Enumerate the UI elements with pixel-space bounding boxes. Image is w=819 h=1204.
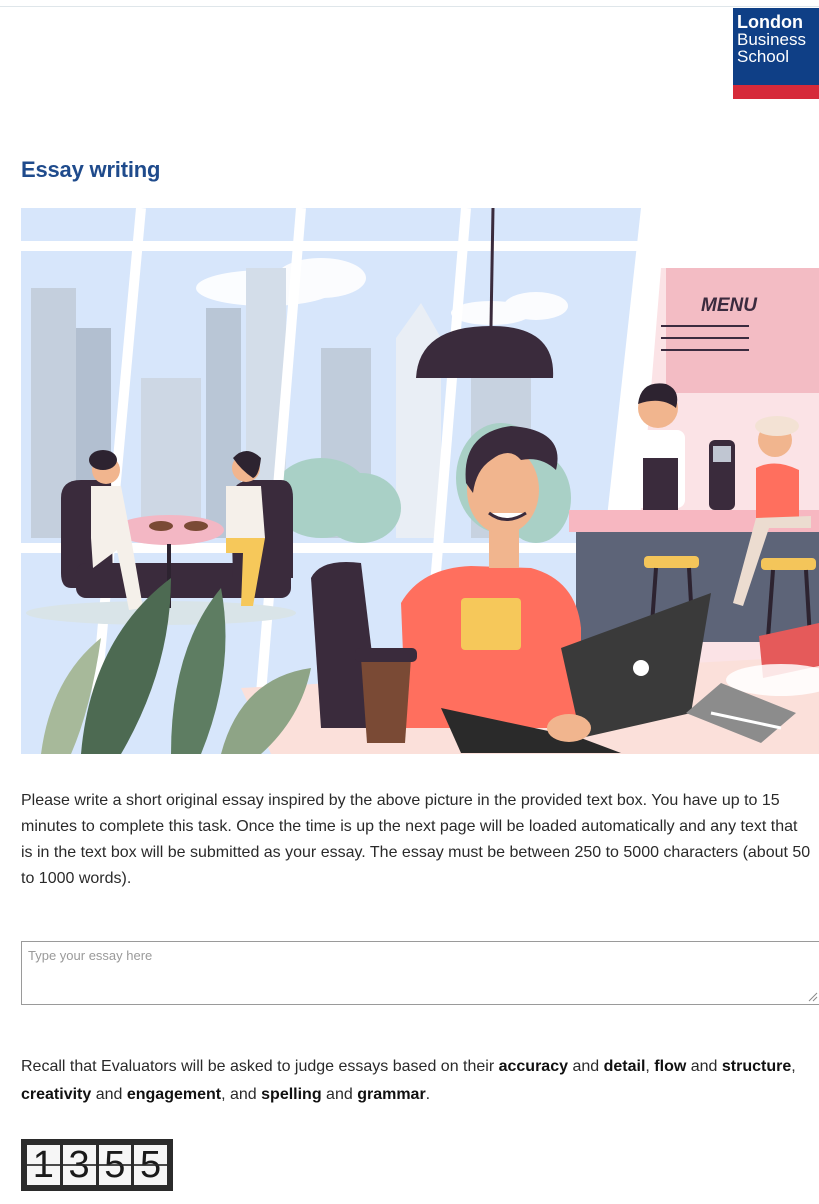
criterion-flow: flow <box>654 1058 687 1075</box>
countdown-timer: 1 3 5 5 <box>21 1139 173 1191</box>
resize-handle-icon[interactable] <box>808 992 818 1002</box>
menu-sign-text: MENU <box>701 295 758 316</box>
separator: , <box>645 1058 650 1075</box>
period: . <box>425 1086 431 1103</box>
logo-line-3: School <box>737 47 789 66</box>
logo-line-2: Business <box>737 30 806 49</box>
separator: , and <box>221 1086 262 1103</box>
logo-line-1: London <box>737 12 803 32</box>
evaluation-criteria-text: Recall that Evaluators will be asked to … <box>21 1053 811 1109</box>
recall-intro: Recall that Evaluators will be asked to … <box>21 1058 499 1075</box>
essay-textbox[interactable] <box>22 942 819 1004</box>
conjunction: and <box>686 1058 722 1075</box>
criterion-creativity: creativity <box>21 1086 92 1103</box>
separator: , <box>791 1058 796 1075</box>
criterion-grammar: grammar <box>357 1086 426 1103</box>
timer-digit-3: 5 <box>98 1145 132 1185</box>
page-title: Essay writing <box>21 157 161 182</box>
timer-digit-1: 1 <box>27 1145 60 1185</box>
criterion-accuracy: accuracy <box>498 1058 568 1075</box>
criterion-engagement: engagement <box>126 1086 222 1103</box>
instructions-text: Please write a short original essay insp… <box>21 792 811 887</box>
conjunction: and <box>321 1086 358 1103</box>
timer-digit-4: 5 <box>134 1145 167 1185</box>
conjunction: and <box>568 1058 604 1075</box>
logo-red-bar <box>733 85 819 99</box>
timer-digit-2: 3 <box>62 1145 96 1185</box>
criterion-spelling: spelling <box>261 1086 322 1103</box>
cafe-illustration: MENU <box>21 208 819 754</box>
top-divider <box>0 6 819 7</box>
conjunction: and <box>91 1086 127 1103</box>
essay-textbox-container <box>21 941 819 1005</box>
criterion-structure: structure <box>721 1058 792 1075</box>
lbs-logo: London Business School <box>733 8 819 99</box>
criterion-detail: detail <box>603 1058 646 1075</box>
